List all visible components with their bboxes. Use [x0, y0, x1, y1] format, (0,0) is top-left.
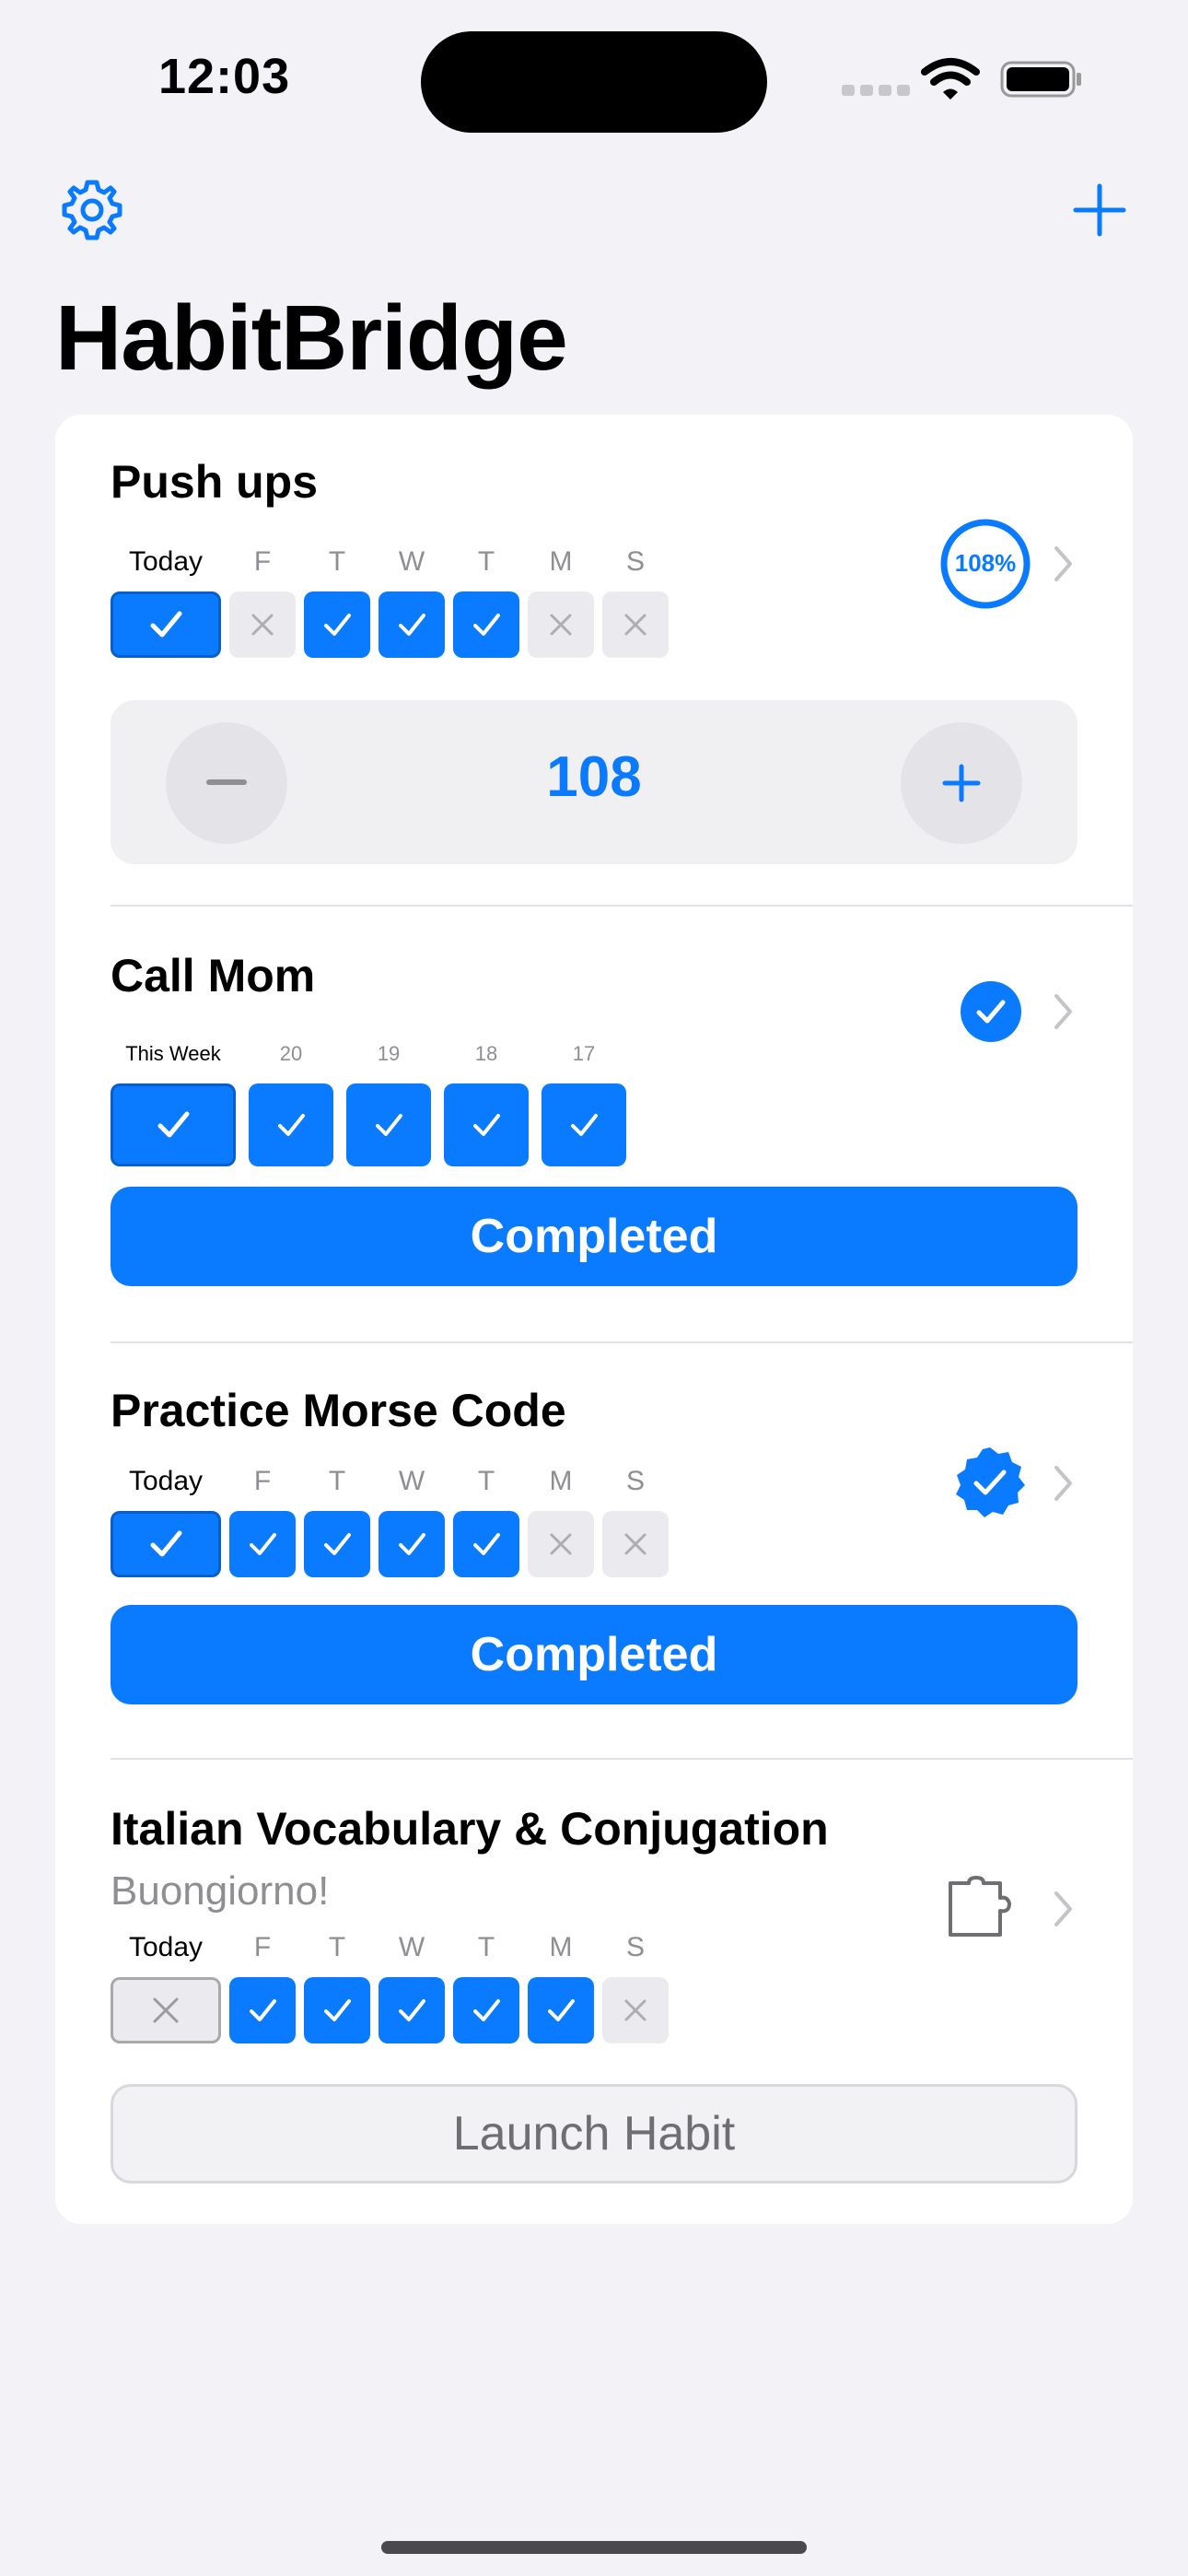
day-label: T: [477, 1466, 495, 1496]
day-label: M: [549, 1932, 573, 1962]
habit-title: Practice Morse Code: [111, 1385, 566, 1436]
day-cell[interactable]: F: [229, 1463, 296, 1577]
habit-push-ups: Push ups Today F T W T M S 108% 108: [55, 415, 1133, 907]
habit-title: Italian Vocabulary & Conjugation: [111, 1803, 829, 1855]
week-cell[interactable]: 18: [444, 1036, 529, 1166]
progress-ring: 108%: [939, 518, 1031, 610]
week-label: 17: [572, 1042, 596, 1065]
habit-call-mom: Call Mom This Week 20 19 18 17 Completed: [55, 907, 1133, 1343]
day-cell[interactable]: M: [528, 1929, 594, 2043]
cellular-signal-icon: [842, 85, 910, 96]
day-label: W: [398, 1466, 425, 1496]
chevron-right-icon[interactable]: [1052, 1889, 1076, 1929]
puzzle-icon: [949, 1876, 1011, 1937]
day-label: F: [253, 1932, 272, 1962]
battery-icon: [1000, 61, 1081, 98]
home-indicator[interactable]: [381, 2541, 807, 2554]
day-label: W: [398, 1932, 425, 1962]
day-cell[interactable]: W: [379, 544, 445, 658]
gear-icon[interactable]: [59, 177, 125, 243]
page-title: HabitBridge: [55, 287, 568, 390]
day-tracker: Today F T W T M S: [111, 544, 669, 658]
add-habit-button[interactable]: [1070, 181, 1129, 240]
day-label: Today: [128, 1466, 204, 1496]
day-label: T: [328, 1466, 346, 1496]
day-cell[interactable]: Today: [111, 1463, 221, 1577]
habit-list: Push ups Today F T W T M S 108% 108 Call: [55, 415, 1133, 2224]
week-cell[interactable]: 20: [249, 1036, 333, 1166]
day-tracker: Today F T W T M S: [111, 1463, 669, 1577]
day-cell[interactable]: T: [304, 544, 370, 658]
day-cell[interactable]: F: [229, 544, 296, 658]
day-tracker: Today F T W T M S: [111, 1929, 669, 2043]
day-label: Today: [128, 1932, 204, 1962]
habit-title: Push ups: [111, 456, 319, 508]
chevron-right-icon[interactable]: [1052, 991, 1076, 1032]
week-cell[interactable]: 19: [346, 1036, 431, 1166]
week-label: 18: [474, 1042, 498, 1065]
completed-button[interactable]: Completed: [111, 1187, 1077, 1286]
dynamic-island: [421, 31, 767, 133]
day-cell[interactable]: F: [229, 1929, 296, 2043]
progress-label: 108%: [954, 549, 1017, 577]
week-label: This Week: [125, 1042, 221, 1065]
day-cell[interactable]: T: [304, 1463, 370, 1577]
day-cell[interactable]: S: [602, 1463, 669, 1577]
day-cell[interactable]: M: [528, 1463, 594, 1577]
checkmark-seal-icon: [956, 1447, 1025, 1517]
day-label: T: [477, 1932, 495, 1962]
check-circle-icon: [961, 981, 1021, 1042]
habit-title: Call Mom: [111, 950, 316, 1001]
day-label: M: [549, 546, 573, 577]
day-cell[interactable]: T: [453, 1463, 519, 1577]
day-cell[interactable]: W: [379, 1929, 445, 2043]
day-cell[interactable]: W: [379, 1463, 445, 1577]
day-label: M: [549, 1466, 573, 1496]
counter-panel: 108: [111, 700, 1077, 864]
plus-icon: [942, 764, 981, 802]
day-cell[interactable]: T: [453, 544, 519, 658]
week-cell[interactable]: 17: [542, 1036, 626, 1166]
habit-practice-morse-code: Practice Morse Code Today F T W T M S Co…: [55, 1343, 1133, 1762]
day-label: F: [253, 546, 272, 577]
day-cell[interactable]: T: [453, 1929, 519, 2043]
day-label: W: [398, 546, 425, 577]
day-label: Today: [128, 546, 204, 577]
day-label: S: [625, 1932, 645, 1962]
launch-habit-button[interactable]: Launch Habit: [111, 2084, 1077, 2184]
habit-italian-vocabulary: Italian Vocabulary & Conjugation Buongio…: [55, 1760, 1133, 2224]
week-tracker: This Week 20 19 18 17: [111, 1036, 626, 1166]
wifi-icon: [921, 58, 980, 100]
chevron-right-icon[interactable]: [1052, 1463, 1076, 1504]
chevron-right-icon[interactable]: [1052, 544, 1076, 584]
day-label: T: [328, 546, 346, 577]
week-label: 20: [279, 1042, 303, 1065]
day-label: F: [253, 1466, 272, 1496]
completed-button[interactable]: Completed: [111, 1605, 1077, 1704]
habit-subtitle: Buongiorno!: [111, 1868, 330, 1914]
increment-button[interactable]: [901, 722, 1022, 844]
day-cell[interactable]: T: [304, 1929, 370, 2043]
day-label: T: [328, 1932, 346, 1962]
day-label: S: [625, 546, 645, 577]
day-label: T: [477, 546, 495, 577]
week-label: 19: [377, 1042, 401, 1065]
day-cell[interactable]: M: [528, 544, 594, 658]
week-cell[interactable]: This Week: [111, 1036, 236, 1166]
day-cell[interactable]: Today: [111, 544, 221, 658]
day-label: S: [625, 1466, 645, 1496]
status-time: 12:03: [158, 49, 291, 104]
day-cell[interactable]: Today: [111, 1929, 221, 2043]
day-cell[interactable]: S: [602, 1929, 669, 2043]
day-cell[interactable]: S: [602, 544, 669, 658]
